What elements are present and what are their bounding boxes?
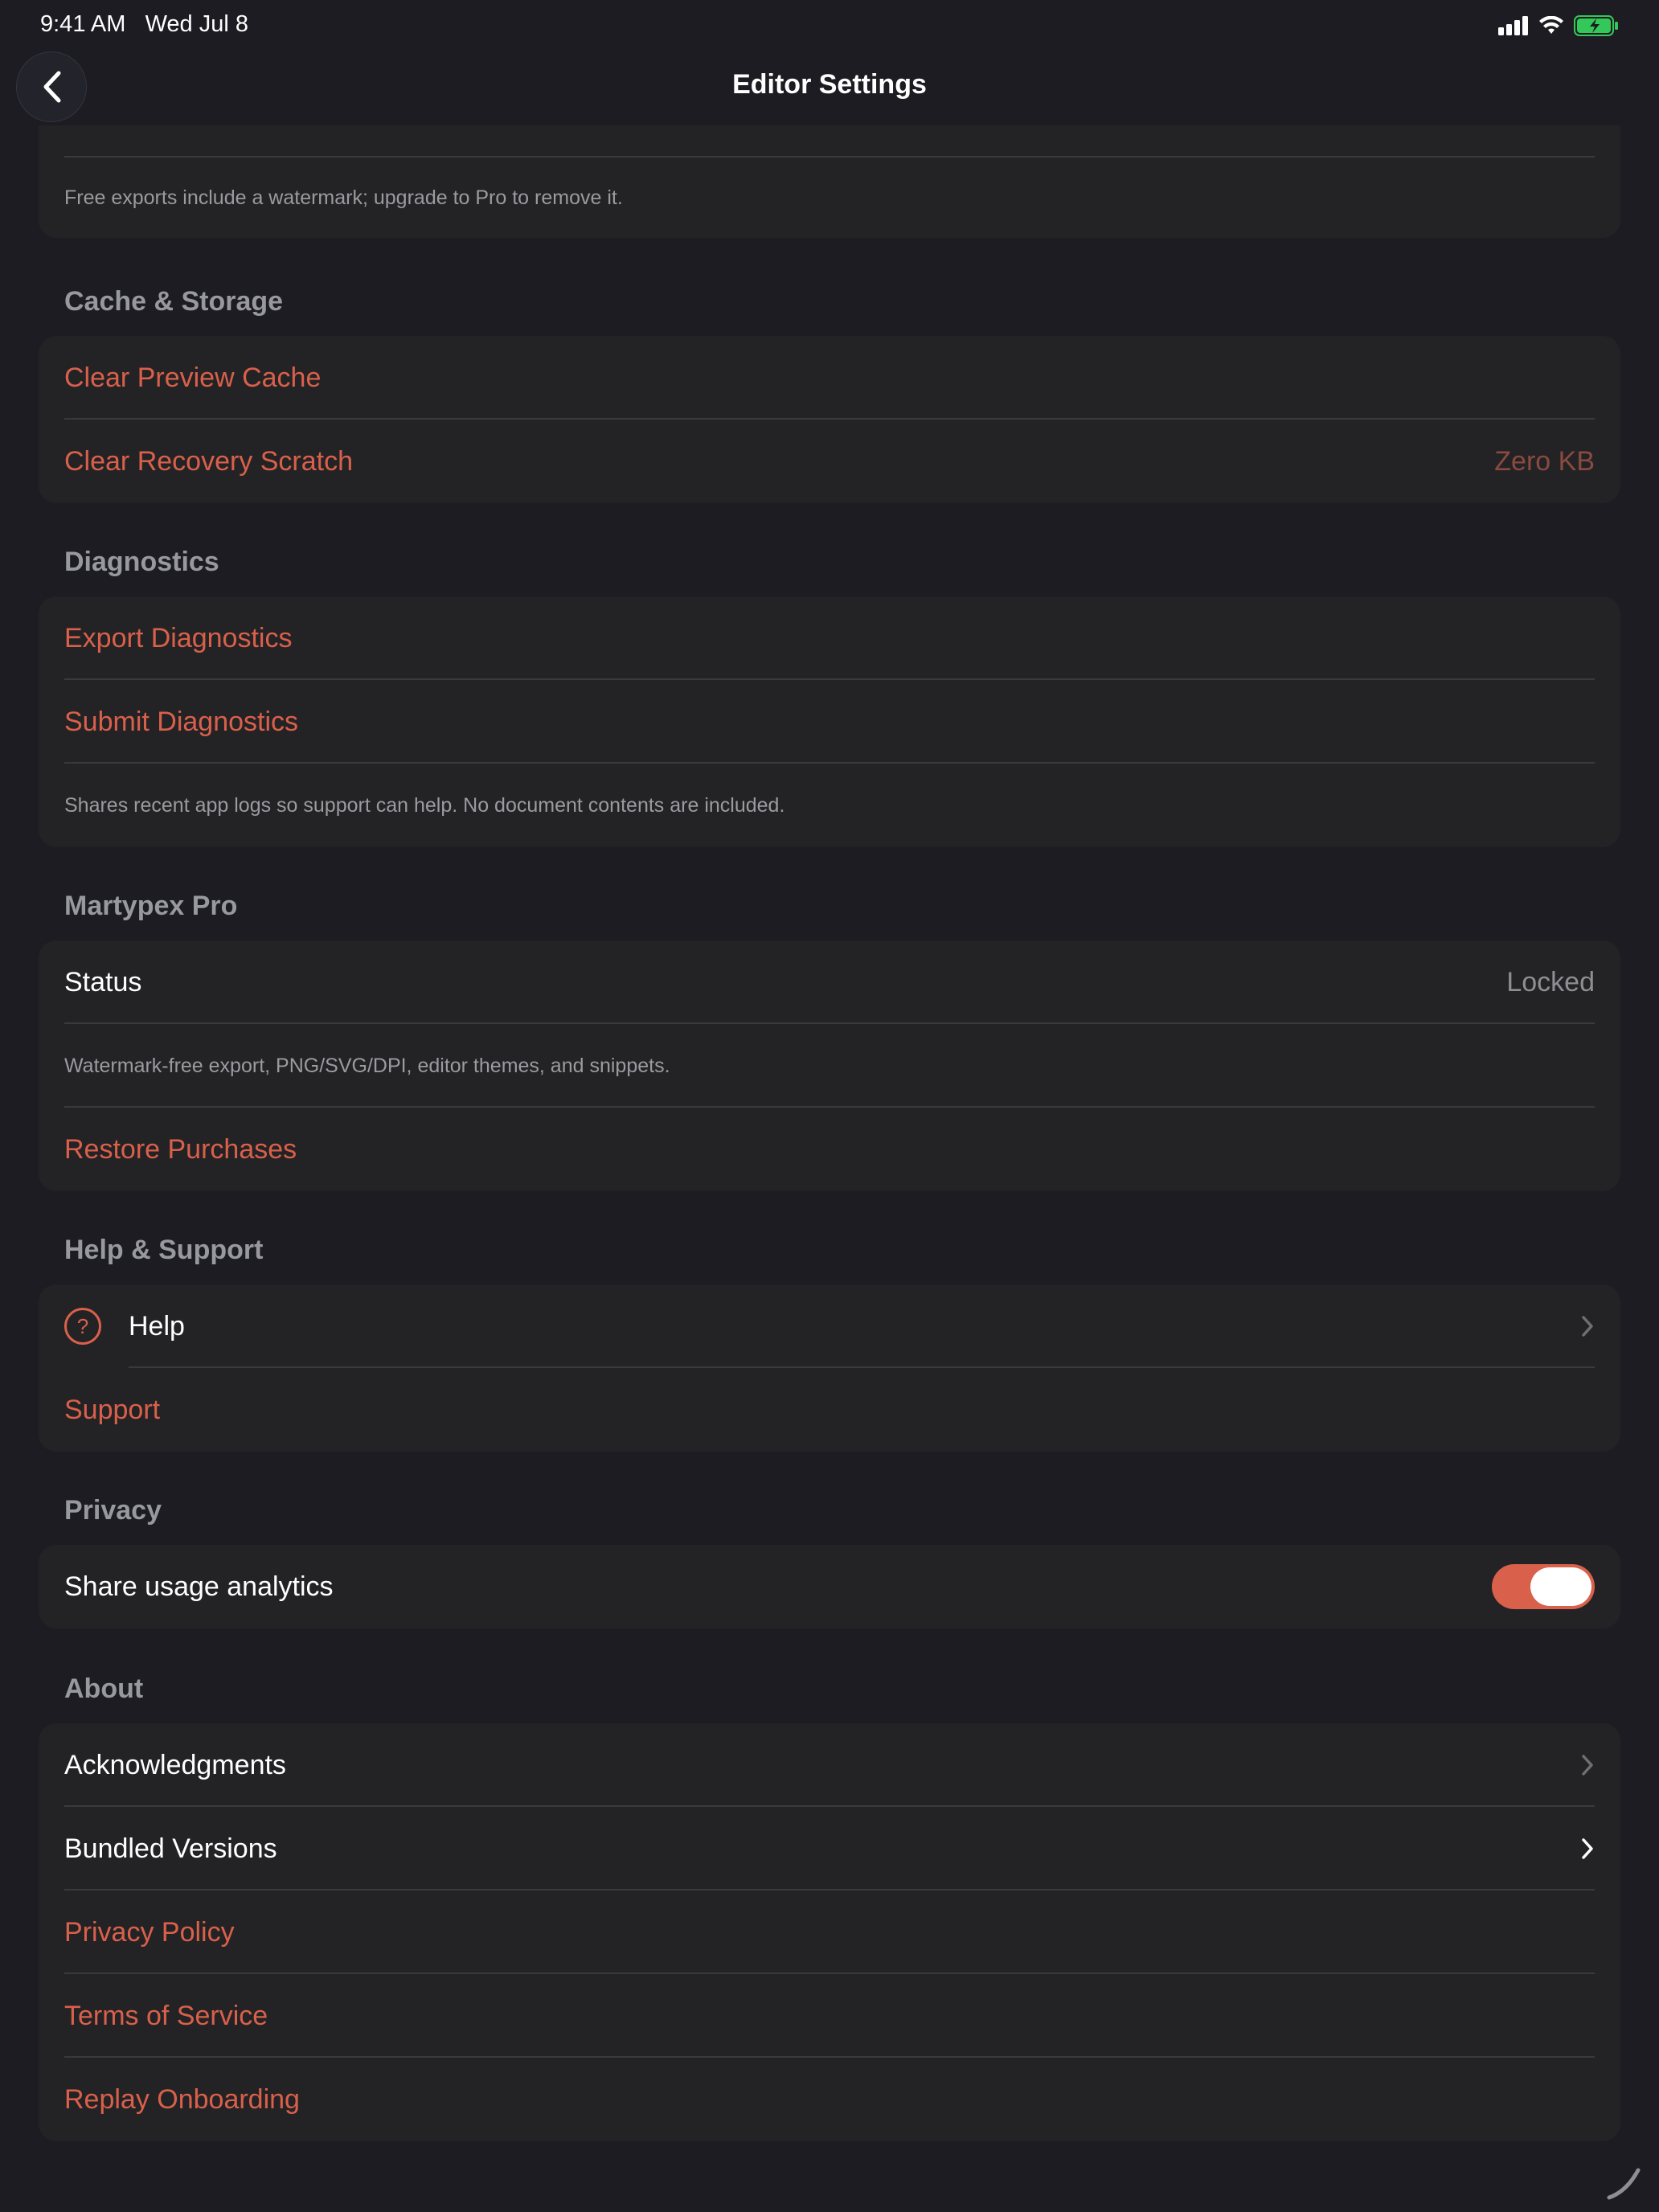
pro-features-text: Watermark-free export, PNG/SVG/DPI, edit…	[64, 1054, 670, 1077]
diagnostics-card: Export Diagnostics Submit Diagnostics Sh…	[39, 596, 1620, 847]
pro-features-note: Watermark-free export, PNG/SVG/DPI, edit…	[39, 1024, 1620, 1108]
export-note-text: Free exports include a watermark; upgrad…	[64, 186, 623, 209]
toggle-knob	[1530, 1567, 1591, 1606]
status-clock: 9:41 AM	[40, 11, 126, 37]
clear-preview-cache-button[interactable]: Clear Preview Cache	[39, 336, 1620, 420]
help-card: ? Help Support	[39, 1284, 1620, 1452]
terms-of-service-label: Terms of Service	[64, 2000, 268, 2031]
page-title: Editor Settings	[732, 69, 927, 100]
analytics-toggle[interactable]	[1492, 1564, 1595, 1609]
clear-recovery-scratch-label: Clear Recovery Scratch	[64, 445, 354, 477]
navigation-bar: Editor Settings	[0, 51, 1659, 124]
chevron-right-icon	[1574, 1838, 1595, 1859]
replay-onboarding-label: Replay Onboarding	[64, 2083, 300, 2115]
privacy-policy-link[interactable]: Privacy Policy	[39, 1890, 1620, 1974]
battery-charging-icon	[1574, 15, 1618, 36]
pro-status-row: Status Locked	[39, 940, 1620, 1024]
chevron-right-icon	[1574, 1316, 1595, 1337]
section-header-help: Help & Support	[64, 1235, 264, 1265]
section-header-privacy: Privacy	[64, 1495, 162, 1526]
clear-preview-cache-label: Clear Preview Cache	[64, 362, 322, 393]
acknowledgments-row[interactable]: Acknowledgments	[39, 1723, 1620, 1807]
pro-status-label: Status	[64, 966, 142, 997]
submit-diagnostics-button[interactable]: Submit Diagnostics	[39, 680, 1620, 764]
chevron-right-icon	[1574, 1755, 1595, 1776]
analytics-label: Share usage analytics	[64, 1571, 334, 1602]
analytics-row: Share usage analytics	[39, 1545, 1620, 1628]
support-label: Support	[64, 1394, 161, 1425]
cache-card: Clear Preview Cache Clear Recovery Scrat…	[39, 336, 1620, 503]
wifi-icon	[1539, 16, 1563, 34]
recovery-size-value: Zero KB	[1494, 445, 1595, 477]
question-circle-icon: ?	[64, 1308, 101, 1345]
restore-purchases-label: Restore Purchases	[64, 1133, 297, 1165]
submit-diagnostics-label: Submit Diagnostics	[64, 706, 299, 737]
terms-of-service-link[interactable]: Terms of Service	[39, 1974, 1620, 2058]
diagnostics-note: Shares recent app logs so support can he…	[39, 764, 1620, 847]
export-watermark-note: Free exports include a watermark; upgrad…	[39, 158, 1620, 238]
replay-onboarding-button[interactable]: Replay Onboarding	[39, 2058, 1620, 2141]
help-row[interactable]: ? Help	[39, 1284, 1620, 1368]
cellular-signal-icon	[1498, 16, 1528, 35]
export-card: Free exports include a watermark; upgrad…	[39, 125, 1620, 238]
section-header-diagnostics: Diagnostics	[64, 547, 219, 577]
restore-purchases-button[interactable]: Restore Purchases	[39, 1108, 1620, 1191]
privacy-card: Share usage analytics	[39, 1545, 1620, 1628]
section-header-about: About	[64, 1673, 144, 1704]
section-header-cache: Cache & Storage	[64, 286, 284, 317]
status-date: Wed Jul 8	[145, 11, 248, 37]
export-diagnostics-button[interactable]: Export Diagnostics	[39, 596, 1620, 680]
status-indicators	[1498, 13, 1619, 39]
privacy-policy-label: Privacy Policy	[64, 1916, 235, 1948]
status-time: 9:41 AM Wed Jul 8	[40, 11, 248, 38]
pro-card: Status Locked Watermark-free export, PNG…	[39, 940, 1620, 1191]
about-card: Acknowledgments Bundled Versions Privacy…	[39, 1723, 1620, 2141]
clear-recovery-scratch-button[interactable]: Clear Recovery Scratch Zero KB	[39, 420, 1620, 503]
support-button[interactable]: Support	[39, 1368, 1620, 1452]
corner-grabber-icon	[1607, 2168, 1641, 2200]
section-header-pro: Martypex Pro	[64, 891, 238, 921]
acknowledgments-label: Acknowledgments	[64, 1749, 286, 1780]
help-label: Help	[129, 1310, 185, 1342]
pro-status-value: Locked	[1506, 966, 1595, 997]
diagnostics-note-text: Shares recent app logs so support can he…	[64, 793, 785, 817]
bundled-versions-row[interactable]: Bundled Versions	[39, 1807, 1620, 1890]
export-diagnostics-label: Export Diagnostics	[64, 622, 293, 653]
bundled-versions-label: Bundled Versions	[64, 1833, 277, 1864]
status-bar: 9:41 AM Wed Jul 8	[0, 0, 1659, 51]
